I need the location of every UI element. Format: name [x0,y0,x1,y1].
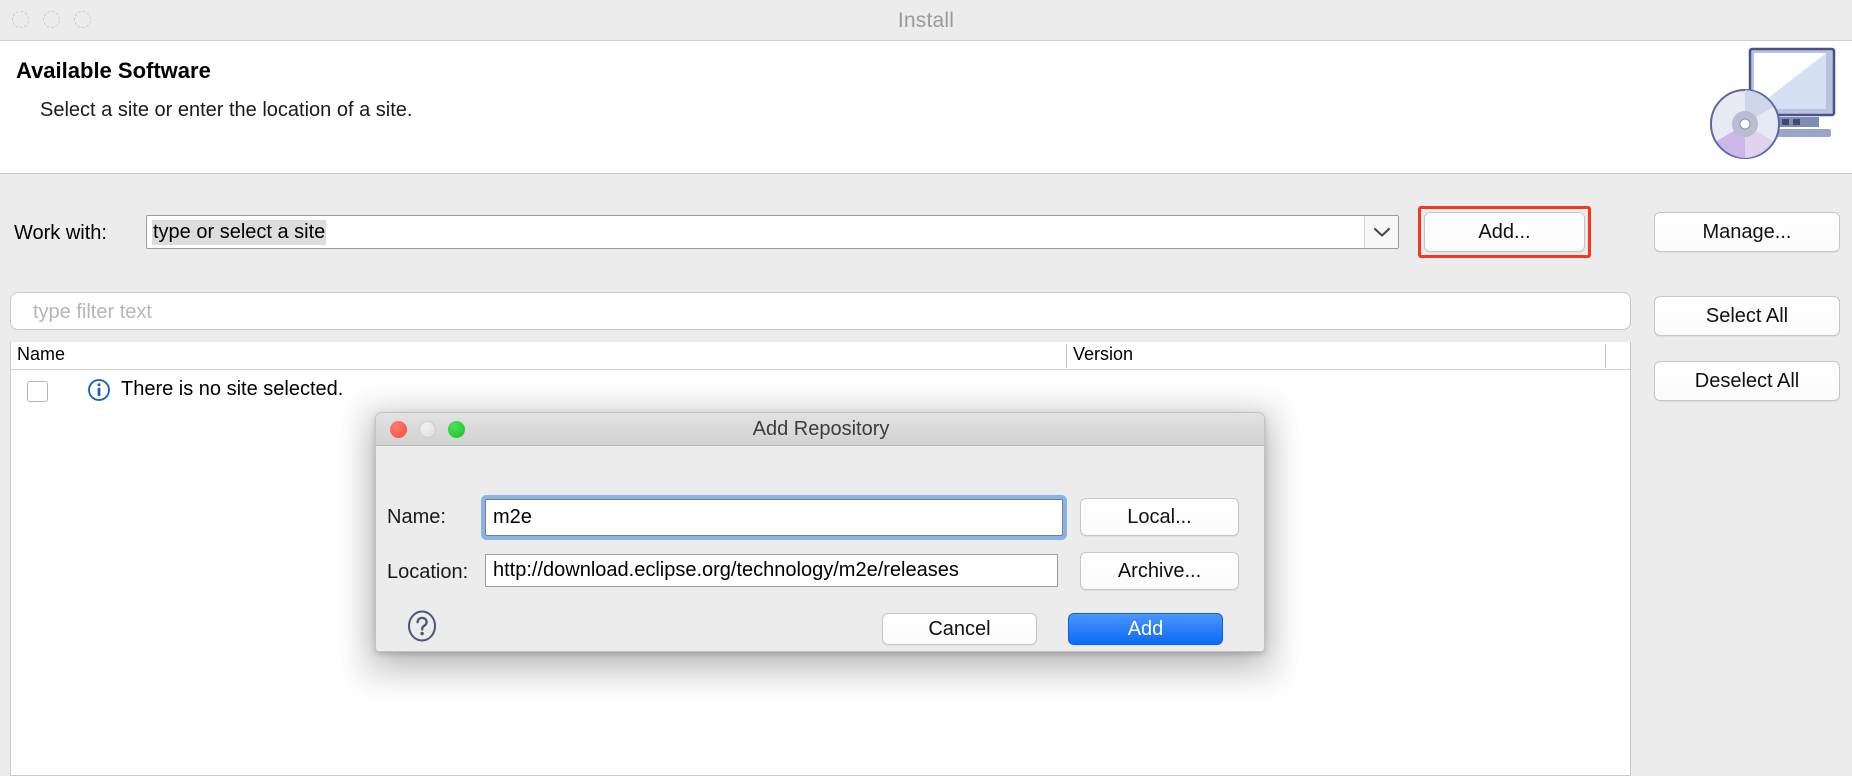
page-title: Available Software [16,58,211,83]
install-wizard-window: Install Available Software Select a site… [0,0,1852,776]
location-field-label: Location: [387,561,469,583]
install-cd-monitor-icon [1700,41,1852,174]
column-divider [1605,344,1606,368]
add-button[interactable]: Add... [1424,212,1585,252]
archive-button[interactable]: Archive... [1080,552,1239,590]
dialog-titlebar: Add Repository [376,413,1264,446]
table-header-row: Name Version [11,342,1630,370]
work-with-combobox[interactable]: type or select a site [146,215,1399,249]
column-header-version[interactable]: Version [1066,344,1133,368]
name-field-label: Name: [387,506,446,528]
local-button[interactable]: Local... [1080,498,1239,536]
filter-placeholder: type filter text [33,301,152,323]
cancel-button[interactable]: Cancel [882,613,1037,645]
deselect-all-button[interactable]: Deselect All [1654,361,1840,401]
page-subtitle: Select a site or enter the location of a… [40,99,413,121]
column-header-name[interactable]: Name [11,344,65,365]
window-titlebar: Install [0,0,1852,41]
work-with-value: type or select a site [152,220,327,245]
add-repository-confirm-button[interactable]: Add [1068,613,1223,645]
filter-input[interactable]: type filter text [10,292,1631,330]
add-repository-dialog: Add Repository Name: m2e Location: http:… [375,412,1265,652]
select-all-button[interactable]: Select All [1654,296,1840,336]
location-input[interactable]: http://download.eclipse.org/technology/m… [485,554,1058,587]
chevron-down-icon[interactable] [1364,216,1398,248]
work-with-label: Work with: [14,222,107,244]
manage-button[interactable]: Manage... [1654,212,1840,252]
window-title: Install [897,9,955,32]
info-icon [87,378,111,402]
wizard-banner: Available Software Select a site or ente… [0,41,1852,174]
dialog-body: Name: m2e Location: http://download.ecli… [376,446,1264,651]
question-mark-help-icon[interactable] [406,610,438,642]
row-name-cell: There is no site selected. [121,378,344,400]
name-input[interactable]: m2e [485,499,1063,536]
row-checkbox[interactable] [27,381,48,402]
dialog-title: Add Repository [752,418,890,440]
